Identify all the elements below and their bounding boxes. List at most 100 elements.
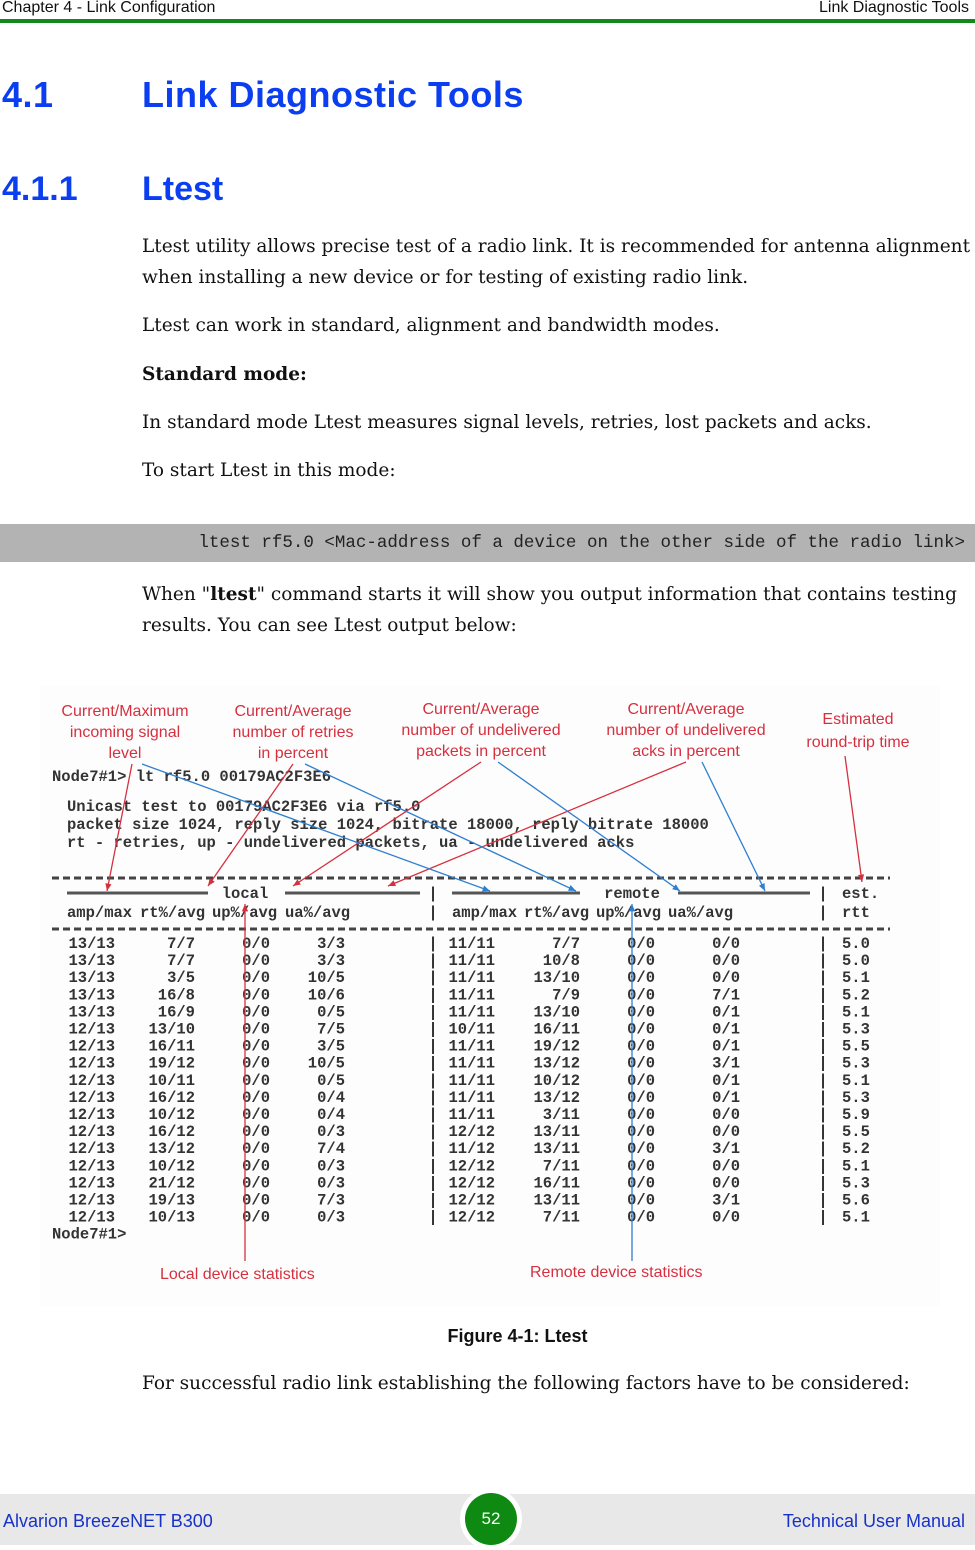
table-cell: 16/12 (148, 1123, 195, 1141)
column-divider: | (818, 1140, 827, 1158)
column-divider: | (428, 1123, 437, 1141)
annotation-acks: Current/Average number of undelivered ac… (606, 701, 765, 760)
column-divider: | (818, 1192, 827, 1210)
heading-subsection-title: Ltest (142, 170, 224, 208)
table-cell: 0/0 (627, 952, 655, 970)
table-cell: 7/9 (552, 986, 580, 1004)
table-cell: 0/0 (242, 1192, 270, 1210)
table-cell: 12/13 (68, 1123, 115, 1141)
arrow-acks-remote (701, 761, 766, 892)
table-cell: 16/12 (148, 1089, 195, 1107)
section-title: Link Diagnostic Tools (818, 0, 969, 16)
table-cell: 12/12 (448, 1209, 495, 1227)
table-cell: 12/12 (448, 1157, 495, 1175)
table-cell: 13/11 (533, 1123, 580, 1141)
column-divider: | (428, 952, 437, 970)
ltest-figure: Current/Maximum incoming signal level Cu… (40, 686, 940, 1306)
table-cell: 13/13 (68, 969, 115, 987)
output-text-pre: When " (142, 584, 211, 605)
column-divider: | (428, 885, 437, 903)
table-cell: 13/11 (533, 1140, 580, 1158)
chapter-title: Chapter 4 - Link Configuration (2, 0, 216, 16)
table-cell: 10/12 (148, 1157, 195, 1175)
table-cell-rtt: 5.6 (842, 1192, 870, 1210)
table-cell: 7/7 (167, 935, 195, 953)
table-cell: 13/10 (533, 1003, 580, 1021)
table-cell: 0/0 (242, 1174, 270, 1192)
arrow-signal-local-head (105, 883, 112, 891)
table-cell: 0/0 (627, 1021, 655, 1039)
table-cell-rtt: 5.2 (842, 986, 870, 1004)
table-cell: 11/11 (448, 1089, 495, 1107)
arrow-packets-remote-head (672, 884, 680, 891)
table-cell: 0/0 (242, 1089, 270, 1107)
table-cell: 0/0 (242, 986, 270, 1004)
column-divider: | (428, 1192, 437, 1210)
column-divider: | (428, 986, 437, 1004)
table-cell: 0/0 (242, 935, 270, 953)
table-cell: 13/10 (533, 969, 580, 987)
column-header: rt%/avg (524, 904, 589, 922)
annotation-remote-stats: Remote device statistics (530, 1264, 703, 1281)
annotation-signal: Current/Maximum incoming signal level (61, 703, 188, 762)
terminal-info-line: packet size 1024, reply size 1024, bitra… (67, 816, 709, 834)
column-divider: | (428, 1209, 437, 1227)
column-divider: | (818, 1174, 827, 1192)
column-header: up%/avg (596, 904, 661, 922)
table-cell: 11/12 (448, 1140, 495, 1158)
table-cell: 7/11 (543, 1157, 580, 1175)
table-cell-rtt: 5.9 (842, 1106, 870, 1124)
table-cell-rtt: 5.0 (842, 952, 870, 970)
table-cell: 12/13 (68, 1055, 115, 1073)
terminal-info-line: rt - retries, up - undelivered packets, … (67, 834, 634, 852)
column-divider: | (818, 1123, 827, 1141)
column-divider: | (818, 1055, 827, 1073)
table-cell: 0/0 (627, 986, 655, 1004)
table-cell: 11/11 (448, 1106, 495, 1124)
column-divider: | (428, 935, 437, 953)
table-cell: 0/0 (627, 1089, 655, 1107)
table-cell: 13/11 (533, 1192, 580, 1210)
heading-subsection: 4.1.1 Ltest (2, 170, 223, 209)
ltest-output-table: local remote est. amp/max rt%/avg up%/avg ua%/… (52, 876, 890, 1244)
table-cell: 0/0 (627, 1072, 655, 1090)
group-label-local: local (222, 885, 269, 903)
table-cell: 0/0 (242, 1003, 270, 1021)
annotation-packets-line3: packets in percent (416, 743, 546, 760)
annotation-local-stats: Local device statistics (160, 1266, 315, 1283)
annotation-signal-line3: level (109, 745, 142, 762)
arrow-packets-local-head (293, 879, 301, 886)
column-header: rt%/avg (140, 904, 205, 922)
table-cell: 0/0 (712, 1106, 740, 1124)
page-footer: Alvarion BreezeNET B300 52 Technical Use… (0, 1488, 975, 1550)
output-text-post: " command starts it will show you output… (142, 584, 957, 636)
column-divider: | (428, 1140, 437, 1158)
table-cell: 0/0 (242, 1140, 270, 1158)
column-header: ua%/avg (285, 904, 350, 922)
table-cell: 12/13 (68, 1106, 115, 1124)
terminal-prompt-command: Node7#1> lt rf5.0 00179AC2F3E6 (52, 768, 331, 786)
table-cell: 0/0 (712, 1209, 740, 1227)
table-cell-rtt: 5.1 (842, 1209, 870, 1227)
column-divider: | (818, 952, 827, 970)
table-cell: 0/0 (242, 1106, 270, 1124)
table-cell: 13/12 (148, 1140, 195, 1158)
column-divider: | (428, 1021, 437, 1039)
table-cell: 12/13 (68, 1089, 115, 1107)
table-cell: 13/13 (68, 986, 115, 1004)
column-divider: | (818, 1021, 827, 1039)
table-cell: 12/13 (68, 1174, 115, 1192)
table-cell: 0/0 (627, 1174, 655, 1192)
terminal-end-prompt: Node7#1> (52, 1226, 126, 1244)
annotation-packets-line1: Current/Average (422, 701, 539, 718)
table-cell: 12/13 (68, 1021, 115, 1039)
table-cell: 19/13 (148, 1192, 195, 1210)
page-number-badge: 52 (460, 1488, 522, 1550)
table-cell: 11/11 (448, 935, 495, 953)
table-cell: 0/0 (712, 952, 740, 970)
table-cell-rtt: 5.3 (842, 1021, 870, 1039)
table-cell: 10/12 (148, 1106, 195, 1124)
column-divider: | (818, 935, 827, 953)
table-cell-rtt: 5.0 (842, 935, 870, 953)
table-cell: 19/12 (533, 1038, 580, 1056)
